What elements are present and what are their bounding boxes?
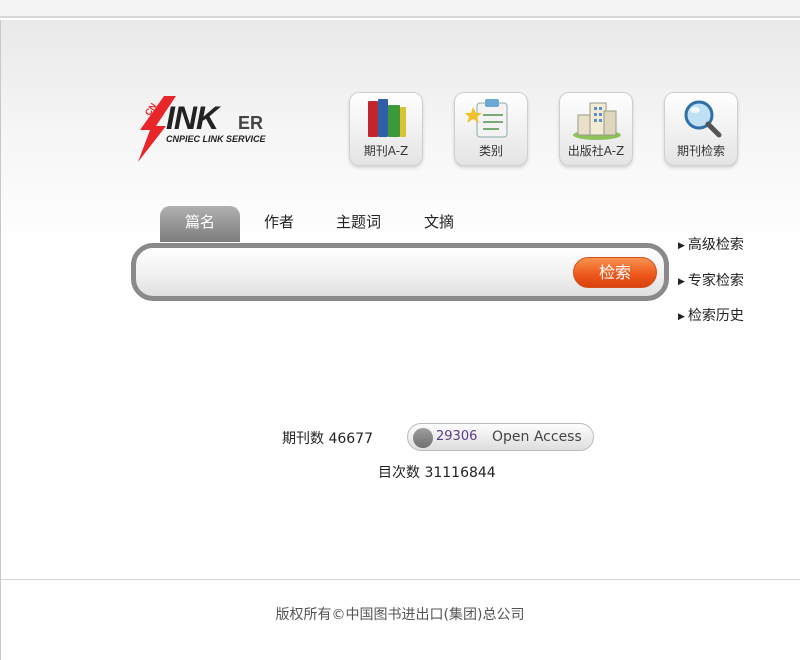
toc-count: 目次数 31116844 (378, 465, 496, 481)
advanced-search-link[interactable]: ▶ 高级检索 (678, 234, 744, 254)
expert-search-link[interactable]: ▶ 专家检索 (678, 270, 744, 290)
magnifier-icon (684, 100, 722, 138)
nav-publisher-az-button[interactable]: 出版社A-Z (559, 92, 633, 166)
triangle-right-icon: ▶ (678, 241, 685, 251)
nav-category-button[interactable]: 类别 (454, 92, 528, 166)
nav-journal-search-button[interactable]: 期刊检索 (664, 92, 738, 166)
open-access-button[interactable]: 29306 Open Access (407, 423, 594, 451)
nav-label: 期刊A-Z (363, 144, 409, 158)
search-button[interactable]: 检索 (573, 257, 657, 288)
tab-title[interactable]: 篇名 (160, 206, 240, 242)
tab-abstract[interactable]: 文摘 (414, 206, 464, 240)
footer-divider (0, 579, 800, 580)
search-history-link[interactable]: ▶ 检索历史 (678, 305, 744, 325)
logo-suffix: ER (238, 113, 264, 133)
clipboard-icon (465, 99, 508, 138)
left-border (0, 20, 1, 660)
nav-label: 出版社A-Z (567, 144, 625, 158)
journal-count: 期刊数 46677 (282, 431, 373, 447)
link-label: 专家检索 (687, 273, 744, 289)
buildings-icon (573, 102, 621, 140)
logo-tagline: CNPIEC LINK SERVICE (166, 134, 266, 144)
nav-label: 类别 (478, 144, 503, 158)
link-label: 检索历史 (687, 308, 744, 324)
search-input[interactable] (150, 256, 570, 288)
books-icon (368, 99, 406, 137)
oa-label: Open Access (492, 429, 582, 445)
link-label: 高级检索 (687, 237, 744, 253)
oa-count: 29306 (436, 429, 478, 444)
triangle-right-icon: ▶ (678, 312, 685, 322)
top-bar (0, 0, 800, 18)
linker-logo[interactable]: CN INK ER CNPIEC LINK SERVICE (136, 96, 306, 166)
nav-journals-az-button[interactable]: 期刊A-Z (349, 92, 423, 166)
copyright-text: 版权所有©中国图书进出口(集团)总公司 (275, 607, 525, 623)
nav-label: 期刊检索 (676, 144, 725, 158)
tab-keyword[interactable]: 主题词 (326, 206, 391, 240)
logo-text: INK (166, 100, 219, 136)
search-box: 检索 (131, 243, 669, 301)
document-icon (413, 428, 433, 448)
triangle-right-icon: ▶ (678, 277, 685, 287)
tab-author[interactable]: 作者 (254, 206, 304, 240)
